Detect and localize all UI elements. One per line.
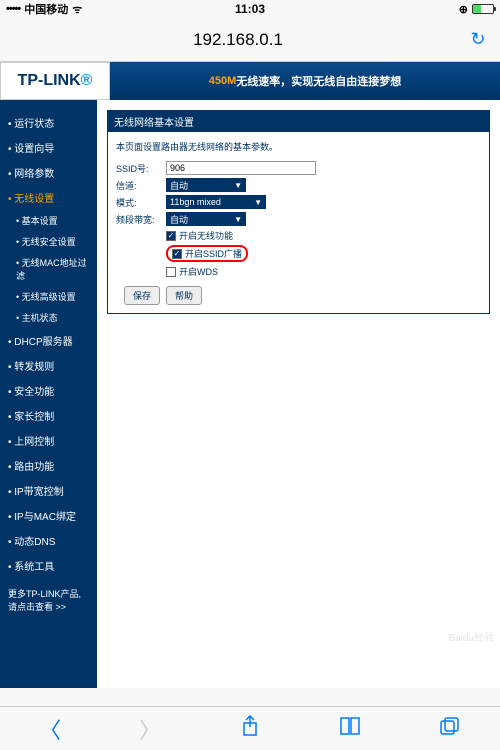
watermark: Baidu经验 [448, 629, 494, 644]
signal-dots: ••••• [6, 3, 20, 15]
sidebar-item-access[interactable]: 上网控制 [0, 428, 97, 453]
wireless-enable-checkbox[interactable]: ✓ [166, 231, 176, 241]
sidebar-item-ddns[interactable]: 动态DNS [0, 528, 97, 553]
clock: 11:03 [169, 2, 332, 16]
sidebar-sub-host[interactable]: 主机状态 [0, 307, 97, 328]
wds-checkbox[interactable] [166, 267, 176, 277]
sidebar-item-routing[interactable]: 路由功能 [0, 453, 97, 478]
sidebar-sub-advanced[interactable]: 无线高级设置 [0, 286, 97, 307]
sidebar-item-ipmac[interactable]: IP与MAC绑定 [0, 503, 97, 528]
sidebar-item-system[interactable]: 系统工具 [0, 553, 97, 578]
save-button[interactable]: 保存 [124, 286, 160, 305]
mode-label: 模式: [116, 196, 166, 209]
sidebar-item-wireless[interactable]: 无线设置 [0, 185, 97, 210]
sidebar-item-forward[interactable]: 转发规则 [0, 353, 97, 378]
ssid-broadcast-label: 开启SSID广播 [185, 247, 242, 260]
wds-label: 开启WDS [179, 265, 218, 278]
sidebar: 运行状态 设置向导 网络参数 无线设置 基本设置 无线安全设置 无线MAC地址过… [0, 100, 97, 688]
panel-description: 本页面设置路由器无线网络的基本参数。 [116, 140, 481, 153]
chevron-down-icon: ▼ [234, 181, 242, 190]
sidebar-footer[interactable]: 更多TP-LINK产品, 请点击查看 >> [0, 578, 97, 623]
bookmarks-icon[interactable] [335, 716, 365, 742]
channel-label: 信道: [116, 179, 166, 192]
sidebar-sub-mac[interactable]: 无线MAC地址过滤 [0, 252, 97, 286]
channel-select[interactable]: 自动▼ [166, 178, 246, 192]
ssid-input[interactable] [166, 161, 316, 175]
bandwidth-label: 频段带宽: [116, 213, 166, 226]
forward-icon[interactable]: 〉 [135, 713, 165, 745]
reload-icon[interactable]: ↻ [466, 29, 490, 50]
carrier-label: 中国移动 [24, 1, 68, 17]
settings-panel: 无线网络基本设置 本页面设置路由器无线网络的基本参数。 SSID号: 信道: 自… [107, 110, 490, 314]
share-icon[interactable] [235, 715, 265, 743]
sidebar-item-status[interactable]: 运行状态 [0, 110, 97, 135]
sidebar-item-parental[interactable]: 家长控制 [0, 403, 97, 428]
logo: TP-LINK® [0, 62, 110, 100]
browser-address-bar[interactable]: 192.168.0.1 ↻ [0, 18, 500, 62]
ssid-broadcast-checkbox[interactable]: ✓ [172, 249, 182, 259]
battery-icon [472, 4, 494, 14]
wifi-icon: ᯤ [72, 2, 82, 17]
ssid-label: SSID号: [116, 162, 166, 175]
sidebar-item-network[interactable]: 网络参数 [0, 160, 97, 185]
sidebar-sub-security[interactable]: 无线安全设置 [0, 231, 97, 252]
banner-text: 450M无线速率，实现无线自由连接梦想 [110, 62, 500, 100]
url-text: 192.168.0.1 [10, 30, 466, 50]
sidebar-item-security[interactable]: 安全功能 [0, 378, 97, 403]
wireless-enable-label: 开启无线功能 [179, 229, 233, 242]
panel-title: 无线网络基本设置 [108, 111, 489, 132]
chevron-down-icon: ▼ [254, 198, 262, 207]
sidebar-sub-basic[interactable]: 基本设置 [0, 210, 97, 231]
sidebar-item-dhcp[interactable]: DHCP服务器 [0, 328, 97, 353]
bandwidth-select[interactable]: 自动▼ [166, 212, 246, 226]
orientation-lock-icon: ⊕ [459, 3, 468, 16]
browser-toolbar: 〈 〉 [0, 706, 500, 750]
chevron-down-icon: ▼ [234, 215, 242, 224]
ssid-broadcast-highlight: ✓ 开启SSID广播 [166, 245, 248, 262]
back-icon[interactable]: 〈 [35, 713, 65, 745]
sidebar-item-bandwidth[interactable]: IP带宽控制 [0, 478, 97, 503]
mode-select[interactable]: 11bgn mixed▼ [166, 195, 266, 209]
tabs-icon[interactable] [435, 716, 465, 742]
sidebar-item-wizard[interactable]: 设置向导 [0, 135, 97, 160]
help-button[interactable]: 帮助 [166, 286, 202, 305]
